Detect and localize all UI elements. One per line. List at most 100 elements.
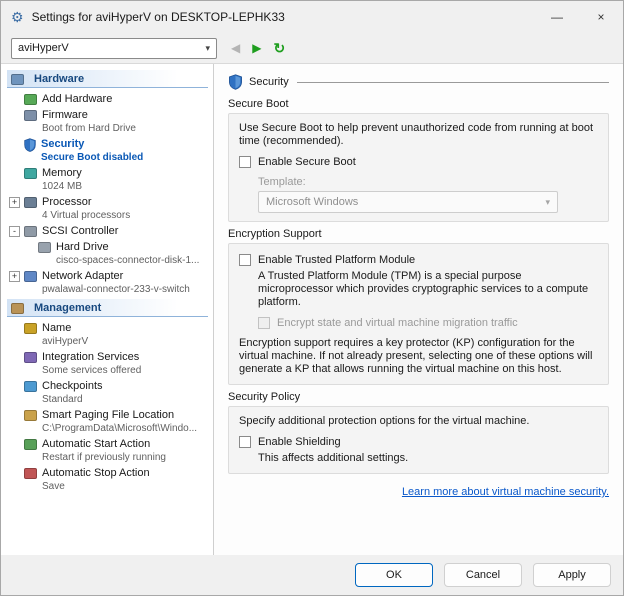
- cancel-button[interactable]: Cancel: [444, 563, 522, 587]
- item-label: Firmware: [42, 109, 88, 121]
- checkbox-icon: [239, 254, 251, 266]
- nav-forward-button[interactable]: ▶: [252, 41, 261, 55]
- encryption-support-group: Enable Trusted Platform Module A Trusted…: [228, 243, 609, 385]
- checkbox-label: Enable Trusted Platform Module: [258, 254, 416, 266]
- apply-button[interactable]: Apply: [533, 563, 611, 587]
- item-sublabel: cisco-spaces-connector-disk-1...: [56, 255, 200, 266]
- content-area: Hardware Add Hardware Firmware Boot from…: [1, 63, 623, 555]
- sidebar-item-integration-services[interactable]: Integration Services Some services offer…: [7, 349, 208, 378]
- security-policy-group: Specify additional protection options fo…: [228, 406, 609, 474]
- sidebar-item-auto-stop-action[interactable]: Automatic Stop Action Save: [7, 465, 208, 494]
- checkpoints-icon: [24, 381, 37, 392]
- shield-icon: [229, 74, 242, 90]
- sidebar-item-add-hardware[interactable]: Add Hardware: [7, 91, 208, 107]
- section-label: Hardware: [34, 72, 85, 85]
- key-protector-description: Encryption support requires a key protec…: [239, 337, 593, 375]
- minimize-button[interactable]: —: [535, 1, 579, 33]
- item-label: Smart Paging File Location: [42, 409, 175, 421]
- encrypt-traffic-checkbox: Encrypt state and virtual machine migrat…: [258, 317, 598, 329]
- settings-window: ⚙ Settings for aviHyperV on DESKTOP-LEPH…: [0, 0, 624, 596]
- template-dropdown: Microsoft Windows ▾: [258, 191, 558, 213]
- smart-paging-icon: [24, 410, 37, 421]
- vm-selector-combobox[interactable]: aviHyperV ▾: [11, 37, 217, 59]
- network-adapter-icon: [24, 271, 37, 282]
- expand-toggle[interactable]: +: [9, 271, 20, 282]
- sidebar-section-management: Management: [7, 299, 208, 317]
- enable-shielding-checkbox[interactable]: Enable Shielding: [239, 436, 598, 448]
- sidebar-item-smart-paging[interactable]: Smart Paging File Location C:\ProgramDat…: [7, 407, 208, 436]
- sidebar-item-checkpoints[interactable]: Checkpoints Standard: [7, 378, 208, 407]
- item-sublabel: 4 Virtual processors: [42, 210, 131, 221]
- sidebar-item-processor[interactable]: + Processor 4 Virtual processors: [7, 194, 208, 223]
- template-label: Template:: [258, 176, 306, 188]
- sidebar-item-network-adapter[interactable]: + Network Adapter pwalawal-connector-233…: [7, 268, 208, 297]
- security-header: Security: [228, 74, 609, 90]
- learn-more-link[interactable]: Learn more about virtual machine securit…: [402, 486, 609, 498]
- item-sublabel: aviHyperV: [42, 336, 89, 347]
- toolbar: aviHyperV ▾ ◀ ▶ ↻: [1, 33, 623, 63]
- item-label: Automatic Stop Action: [42, 467, 150, 479]
- item-label: Processor: [42, 196, 92, 208]
- expand-toggle[interactable]: +: [9, 197, 20, 208]
- sidebar-item-memory[interactable]: Memory 1024 MB: [7, 165, 208, 194]
- enable-tpm-checkbox[interactable]: Enable Trusted Platform Module: [239, 254, 598, 266]
- checkbox-label: Encrypt state and virtual machine migrat…: [277, 317, 518, 329]
- item-label: SCSI Controller: [42, 225, 119, 237]
- encryption-group-title: Encryption Support: [228, 228, 322, 240]
- auto-start-icon: [24, 439, 37, 450]
- policy-description: Specify additional protection options fo…: [239, 415, 530, 427]
- item-sublabel: Boot from Hard Drive: [42, 123, 136, 134]
- security-settings-panel: Security Secure Boot Use Secure Boot to …: [214, 64, 623, 555]
- item-sublabel: Restart if previously running: [42, 452, 166, 463]
- ok-button[interactable]: OK: [355, 563, 433, 587]
- gear-icon: ⚙: [11, 9, 24, 25]
- shielding-note: This affects additional settings.: [258, 452, 409, 464]
- template-value: Microsoft Windows: [266, 196, 359, 208]
- sidebar-item-security[interactable]: Security Secure Boot disabled: [7, 136, 208, 165]
- firmware-icon: [24, 110, 37, 121]
- item-sublabel: Save: [42, 481, 65, 492]
- window-title: Settings for aviHyperV on DESKTOP-LEPHK3…: [31, 10, 285, 24]
- vm-selector-value: aviHyperV: [18, 42, 69, 54]
- settings-tree: Hardware Add Hardware Firmware Boot from…: [1, 64, 214, 555]
- sidebar-item-hard-drive[interactable]: Hard Drive cisco-spaces-connector-disk-1…: [21, 239, 208, 268]
- refresh-button[interactable]: ↻: [273, 40, 285, 57]
- add-hardware-icon: [24, 94, 37, 105]
- hard-drive-icon: [38, 242, 51, 253]
- sidebar-item-name[interactable]: Name aviHyperV: [7, 320, 208, 349]
- scsi-controller-icon: [24, 226, 37, 237]
- secure-boot-group-title: Secure Boot: [228, 98, 289, 110]
- item-sublabel: Some services offered: [42, 365, 142, 376]
- item-label: Security: [41, 138, 85, 150]
- item-sublabel: pwalawal-connector-233-v-switch: [42, 284, 190, 295]
- item-sublabel: 1024 MB: [42, 181, 83, 192]
- name-icon: [24, 323, 37, 334]
- secure-boot-group: Use Secure Boot to help prevent unauthor…: [228, 113, 609, 222]
- panel-title: Security: [249, 76, 289, 88]
- collapse-toggle[interactable]: -: [9, 226, 20, 237]
- sidebar-item-scsi-controller[interactable]: - SCSI Controller: [7, 223, 208, 239]
- item-label: Name: [42, 322, 72, 334]
- sidebar-item-firmware[interactable]: Firmware Boot from Hard Drive: [7, 107, 208, 136]
- item-sublabel: Secure Boot disabled: [41, 152, 144, 163]
- enable-secure-boot-checkbox[interactable]: Enable Secure Boot: [239, 156, 598, 168]
- dialog-footer: OK Cancel Apply: [1, 555, 623, 595]
- secure-boot-description: Use Secure Boot to help prevent unauthor…: [239, 122, 594, 147]
- item-label: Network Adapter: [42, 270, 124, 282]
- chevron-down-icon: ▾: [205, 42, 210, 53]
- integration-services-icon: [24, 352, 37, 363]
- checkbox-icon: [258, 317, 270, 329]
- item-label: Memory: [42, 167, 82, 179]
- management-section-icon: [11, 303, 24, 314]
- sidebar-item-auto-start-action[interactable]: Automatic Start Action Restart if previo…: [7, 436, 208, 465]
- security-policy-group-title: Security Policy: [228, 391, 301, 403]
- close-button[interactable]: ×: [579, 1, 623, 33]
- processor-icon: [24, 197, 37, 208]
- item-label: Automatic Start Action: [42, 438, 151, 450]
- sidebar-section-hardware: Hardware: [7, 70, 208, 88]
- checkbox-label: Enable Secure Boot: [258, 156, 356, 168]
- item-label: Add Hardware: [42, 93, 113, 105]
- item-label: Hard Drive: [56, 241, 109, 253]
- memory-icon: [24, 168, 37, 179]
- nav-back-button: ◀: [231, 41, 241, 55]
